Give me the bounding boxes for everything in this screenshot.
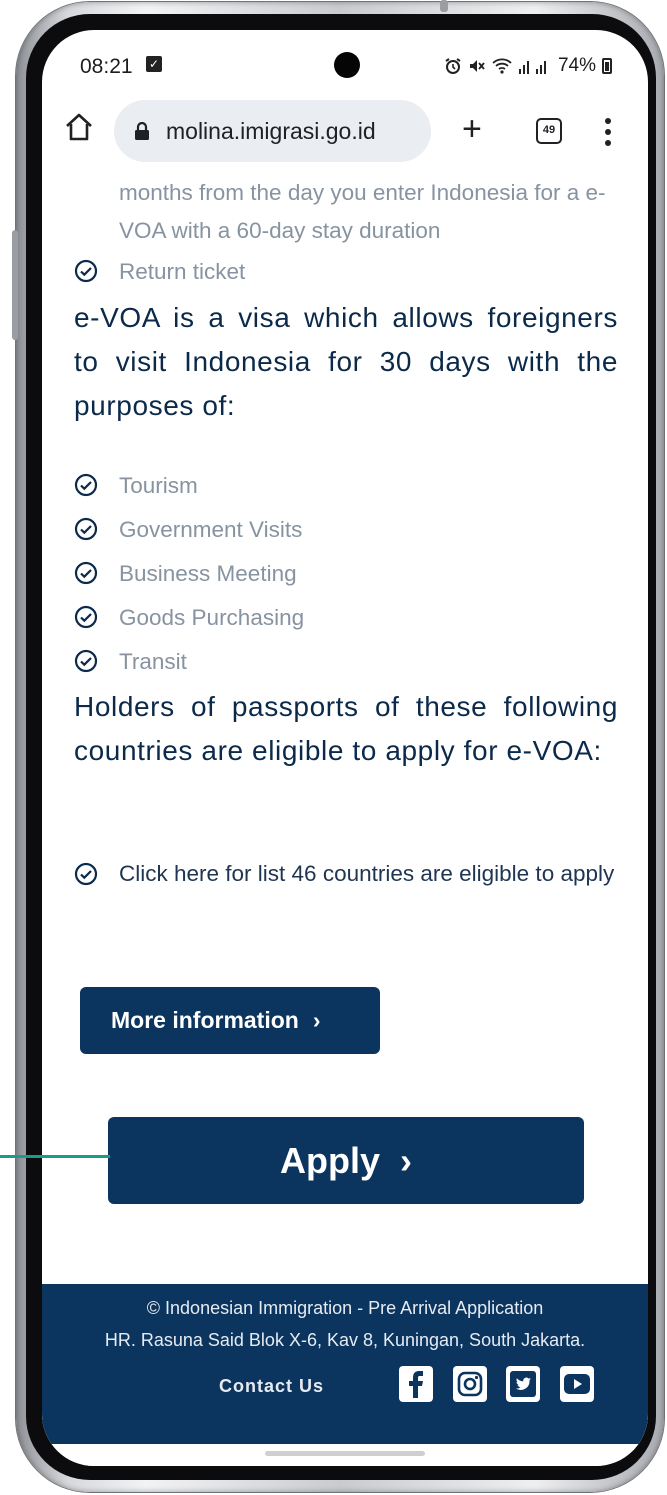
purpose-item: Goods Purchasing [74, 603, 304, 632]
battery-icon [602, 58, 612, 74]
eligible-countries-link[interactable]: Click here for list 46 countries are eli… [119, 854, 619, 893]
apply-label: Apply [279, 1139, 380, 1181]
youtube-icon[interactable] [560, 1366, 594, 1402]
url-text: molina.imigrasi.go.id [166, 117, 376, 144]
check-circle-icon [74, 649, 98, 673]
wifi-icon [492, 58, 512, 74]
site-footer: © Indonesian Immigration - Pre Arrival A… [42, 1284, 648, 1444]
check-circle-icon [74, 605, 98, 629]
chevron-right-icon: › [400, 1139, 412, 1181]
status-icons: 74% [444, 55, 612, 77]
phone-screen: 08:21 ✓ 74% molina.imigrasi.go.id + 49 m… [42, 30, 648, 1466]
eligible-countries-item[interactable]: Click here for list 46 countries are eli… [74, 860, 619, 893]
signal-icon [518, 61, 546, 74]
requirement-text-cut: months from the day you enter Indonesia … [119, 180, 606, 243]
purpose-item: Tourism [74, 471, 198, 500]
requirement-label: Return ticket [119, 259, 246, 284]
new-tab-plus-icon[interactable]: + [462, 112, 482, 146]
front-camera [334, 52, 360, 78]
footer-copyright: © Indonesian Immigration - Pre Arrival A… [146, 1298, 544, 1318]
gesture-bar [265, 1451, 425, 1456]
heading-eligible: Holders of passports of these following … [74, 691, 618, 766]
heading-purpose: e-VOA is a visa which allows foreigners … [74, 302, 618, 421]
browser-toolbar: molina.imigrasi.go.id + 49 [42, 100, 648, 170]
purpose-label: Transit [119, 649, 187, 674]
check-circle-icon [74, 561, 98, 585]
address-bar[interactable]: molina.imigrasi.go.id [114, 100, 431, 162]
purpose-label: Business Meeting [119, 561, 297, 586]
battery-percent: 74% [557, 55, 596, 76]
facebook-icon[interactable] [399, 1366, 433, 1402]
apply-button[interactable]: Apply › [108, 1117, 584, 1204]
alarm-icon [445, 58, 461, 74]
purpose-item: Government Visits [74, 515, 302, 544]
lock-icon [135, 122, 149, 140]
requirement-item: Return ticket [74, 257, 245, 286]
status-time: 08:21 [80, 55, 133, 78]
apply-callout-line [0, 1155, 110, 1158]
home-icon[interactable] [64, 112, 94, 142]
notification-check-icon: ✓ [146, 56, 162, 72]
tab-switcher-button[interactable]: 49 [536, 118, 562, 144]
chevron-right-icon: › [312, 1007, 321, 1033]
more-information-label: More information [111, 1007, 299, 1033]
mute-icon [469, 60, 485, 72]
phone-side-button [12, 230, 18, 340]
purpose-label: Tourism [119, 473, 198, 498]
purpose-item: Business Meeting [74, 559, 297, 588]
purpose-label: Government Visits [119, 517, 303, 542]
check-circle-icon [74, 862, 98, 886]
footer-address: HR. Rasuna Said Blok X-6, Kav 8, Kuninga… [104, 1330, 586, 1350]
contact-us-link[interactable]: Contact Us [219, 1376, 324, 1397]
phone-top-notch [440, 0, 448, 12]
web-page: months from the day you enter Indonesia … [42, 170, 648, 1466]
purpose-label: Goods Purchasing [119, 605, 305, 630]
check-circle-icon [74, 473, 98, 497]
purpose-item: Transit [74, 647, 187, 676]
instagram-icon[interactable] [453, 1366, 487, 1402]
check-circle-icon [74, 259, 98, 283]
status-bar: 08:21 ✓ 74% [42, 30, 648, 100]
check-circle-icon [74, 517, 98, 541]
browser-menu-icon[interactable] [598, 116, 618, 148]
more-information-button[interactable]: More information › [80, 987, 380, 1054]
twitter-icon[interactable] [506, 1366, 540, 1402]
